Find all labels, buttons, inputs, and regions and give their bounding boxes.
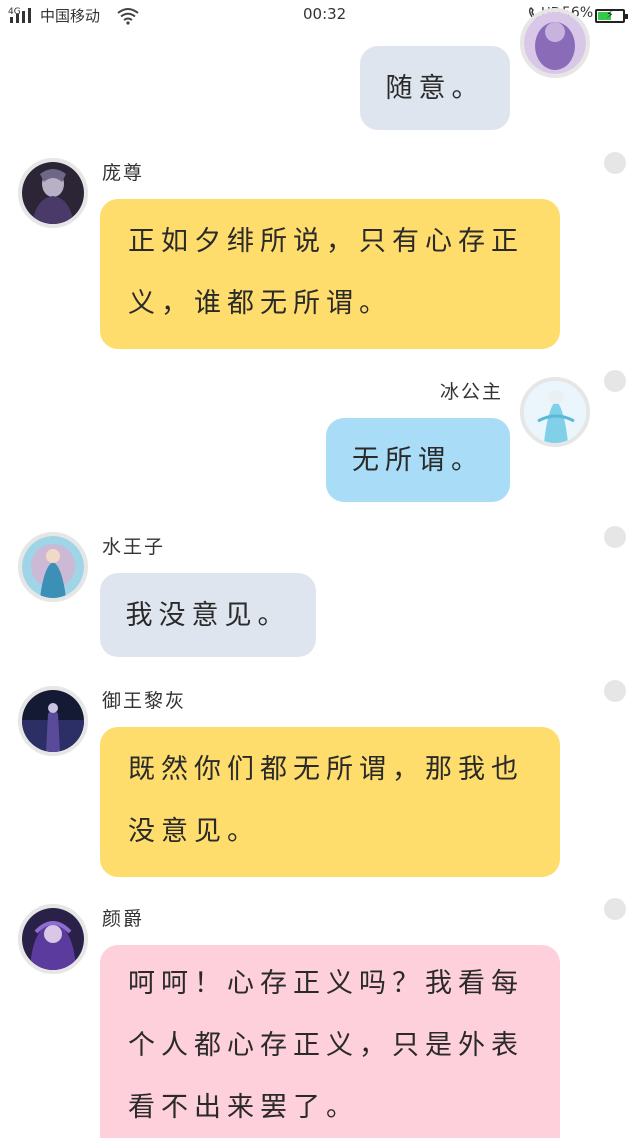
sender-name: 庞尊 [102, 162, 145, 184]
avatar[interactable] [18, 158, 88, 228]
message-bubble[interactable]: 既然你们都无所谓，那我也没意见。 [100, 727, 560, 877]
message-bubble[interactable]: 无所谓。 [326, 418, 510, 502]
sender-name: 御王黎灰 [102, 690, 187, 712]
options-dot[interactable] [604, 898, 626, 920]
message-bubble[interactable]: 呵呵！心存正义吗？我看每个人都心存正义，只是外表看不出来罢了。 [100, 945, 560, 1138]
message-text: 无所谓。 [352, 444, 484, 476]
avatar-self-top[interactable] [520, 8, 590, 78]
battery-nub [625, 14, 628, 19]
message-text: 正如夕绯所说，只有心存正义，谁都无所谓。 [128, 226, 524, 319]
message-bubble[interactable]: 我没意见。 [100, 573, 316, 657]
message-text: 我没意见。 [125, 599, 291, 631]
message-text: 呵呵！心存正义吗？我看每个人都心存正义，只是外表看不出来罢了。 [128, 968, 524, 1123]
options-dot[interactable] [604, 370, 626, 392]
message-text: 既然你们都无所谓，那我也没意见。 [128, 754, 524, 847]
carrier-name: 中国移动 [40, 7, 101, 25]
message-bubble[interactable]: 随意。 [360, 46, 510, 130]
charging-icon: ⚡ [606, 8, 614, 21]
options-dot[interactable] [604, 152, 626, 174]
avatar[interactable] [18, 532, 88, 602]
avatar[interactable] [18, 686, 88, 756]
avatar[interactable] [520, 377, 590, 447]
sender-name: 水王子 [102, 536, 166, 558]
message-text: 随意。 [385, 72, 485, 104]
options-dot[interactable] [604, 680, 626, 702]
battery-icon: ⚡ [595, 8, 628, 23]
wifi-icon [117, 8, 139, 25]
options-dot[interactable] [604, 526, 626, 548]
signal-icon: 4G [8, 7, 31, 23]
sender-name: 颜爵 [102, 908, 145, 930]
clock-time: 00:32 [303, 5, 347, 23]
sender-name: 冰公主 [440, 381, 504, 403]
avatar[interactable] [18, 904, 88, 974]
message-bubble[interactable]: 正如夕绯所说，只有心存正义，谁都无所谓。 [100, 199, 560, 349]
